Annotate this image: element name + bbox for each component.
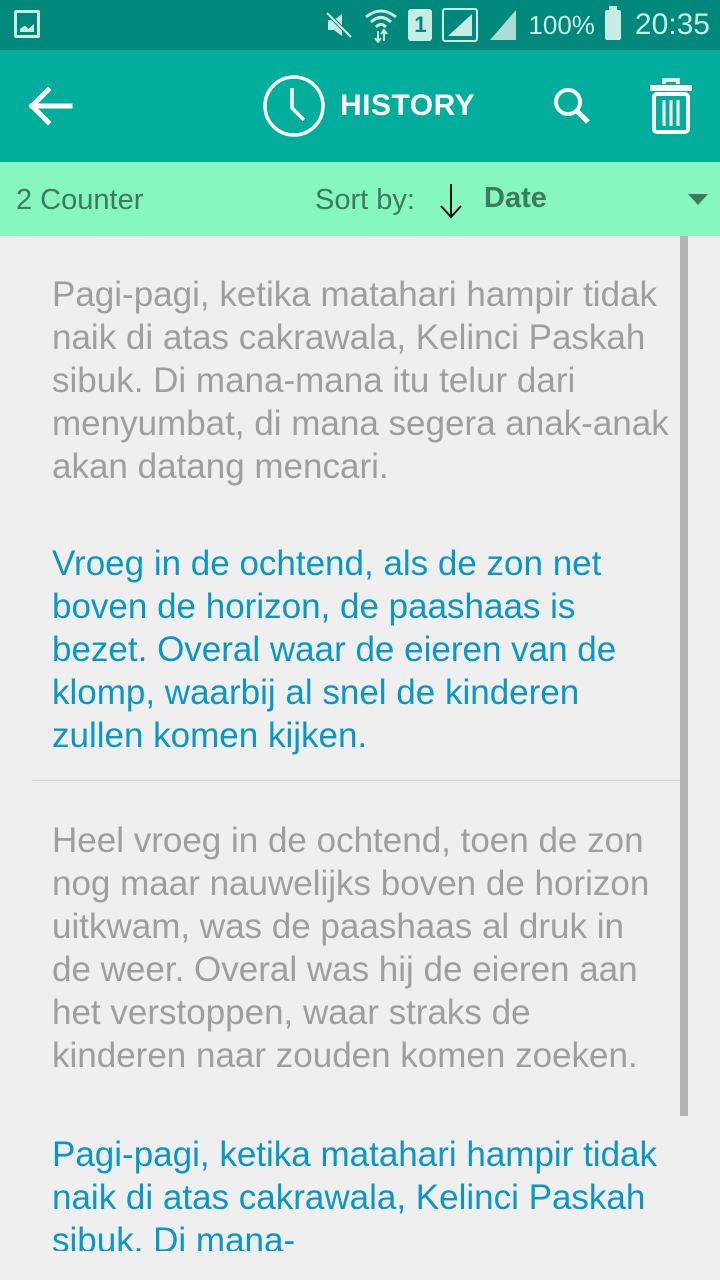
sort-label: Sort by:: [315, 184, 415, 216]
scrollbar[interactable]: [680, 236, 688, 1116]
history-counter: 2 Counter: [16, 184, 144, 216]
wifi-icon: [365, 9, 398, 43]
history-list: Pagi-pagi, ketika matahari hampir tidak …: [0, 236, 720, 1280]
clock-time: 20:35: [634, 8, 710, 41]
signal-icon: [442, 8, 479, 42]
source-text: Heel vroeg in de ochtend, toen de zon no…: [52, 821, 650, 1075]
source-text: Pagi-pagi, ketika matahari hampir tidak …: [52, 275, 669, 486]
battery-icon: [604, 6, 621, 40]
sort-select[interactable]: Date: [484, 182, 547, 215]
page-title: HISTORY: [340, 89, 476, 122]
translation-text: Vroeg in de ochtend, als de zon net bove…: [52, 544, 617, 755]
mute-icon: [326, 11, 353, 39]
arrow-left-icon: [28, 86, 73, 126]
sort-bar: 2 Counter Sort by: Date: [0, 162, 720, 236]
clock-icon: [263, 75, 325, 137]
translation-text: Pagi-pagi, ketika matahari hampir tidak …: [52, 1135, 658, 1251]
history-item[interactable]: Pagi-pagi, ketika matahari hampir tidak …: [0, 236, 680, 781]
gallery-icon: [14, 10, 40, 38]
battery-percent: 100%: [528, 9, 595, 40]
page-title-group: HISTORY: [262, 72, 475, 140]
delete-history-button[interactable]: [644, 76, 698, 136]
search-icon: [554, 88, 590, 124]
status-bar: 1 100% 20:35: [0, 0, 720, 50]
dropdown-triangle-icon[interactable]: [688, 194, 708, 205]
signal-2-icon: [490, 10, 517, 40]
app-bar: HISTORY: [0, 50, 720, 162]
arrow-down-icon[interactable]: [437, 182, 465, 220]
back-button[interactable]: [22, 80, 78, 132]
search-button[interactable]: [548, 82, 598, 132]
history-item[interactable]: Heel vroeg in de ochtend, toen de zon no…: [0, 781, 680, 1280]
trash-icon: [650, 78, 692, 134]
sim-1-icon: 1: [408, 9, 433, 41]
